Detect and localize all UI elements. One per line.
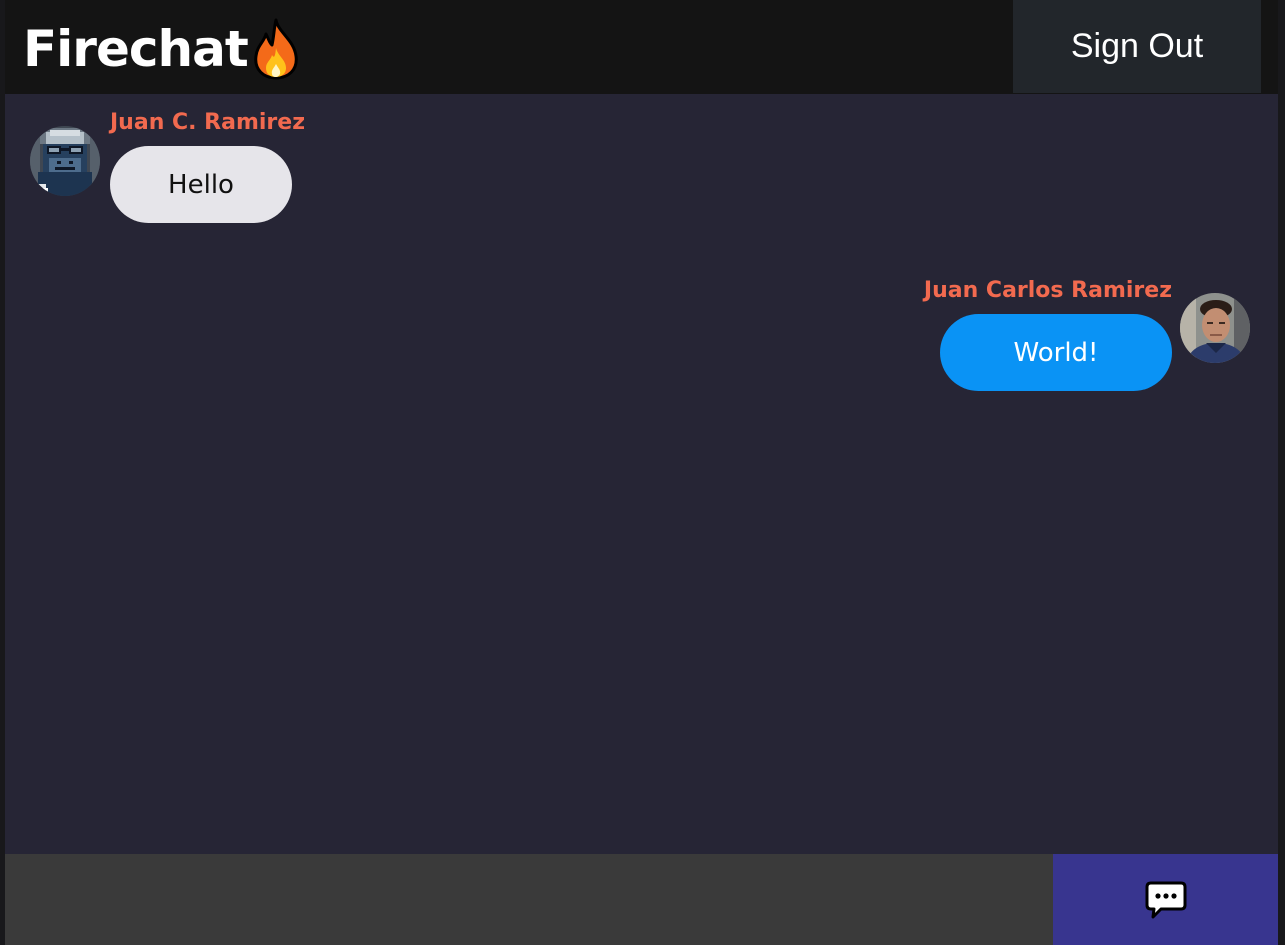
app-header: Firechat Sign Out — [5, 0, 1278, 94]
pixel-gorilla-avatar — [30, 126, 100, 196]
avatar — [30, 126, 100, 196]
send-button[interactable] — [1053, 854, 1278, 945]
app-logo: Firechat — [23, 14, 302, 84]
avatar — [1180, 293, 1250, 363]
message-author: Juan Carlos Ramirez — [923, 278, 1172, 303]
speech-bubble-icon — [1145, 881, 1186, 918]
message-composer — [5, 854, 1278, 945]
app-title: Firechat — [23, 20, 249, 78]
message-list: Juan C. Ramirez Hello Juan Carlos Ramire… — [5, 94, 1278, 854]
photo-avatar — [1180, 293, 1250, 363]
fire-icon — [254, 18, 298, 80]
chat-app: Firechat Sign Out Juan C. Ramirez Hello … — [5, 0, 1278, 945]
message-bubble: World! — [940, 314, 1172, 391]
message-input[interactable] — [5, 854, 1053, 945]
message-bubble: Hello — [110, 146, 292, 223]
message-author: Juan C. Ramirez — [110, 110, 306, 135]
sign-out-button[interactable]: Sign Out — [1013, 0, 1261, 93]
